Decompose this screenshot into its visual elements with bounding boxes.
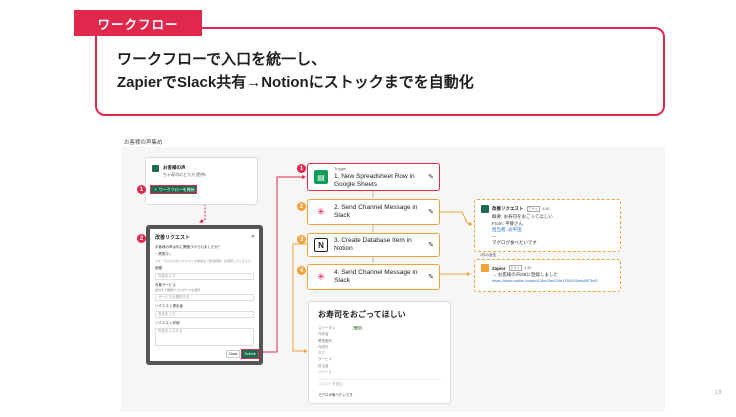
start-workflow-button[interactable]: ⚡ ワークフローを開始 xyxy=(150,185,197,194)
google-sheets-icon: ▤ xyxy=(314,170,328,184)
form-question: お客様の声は何に関連づけられましたか？ xyxy=(155,245,222,249)
step-4-text: 4. Send Channel Message in Slack xyxy=(334,269,418,284)
bolt-icon: ⚡ xyxy=(154,187,157,192)
form-modal-frame: 改善リクエスト ✕ お客様の声は何に関連づけられましたか？ ○ 関連なし フォー… xyxy=(146,225,263,365)
badge-step-3: 3 xyxy=(297,235,306,244)
badge-step-1: 1 xyxy=(297,164,306,173)
field-label-1: 価格 xyxy=(155,266,162,270)
notion-title: お寿司をおごってほしい xyxy=(318,310,406,319)
step-1-pre: Trigger xyxy=(334,166,347,171)
field-4[interactable]: 内容を入力する xyxy=(155,328,254,346)
msg1-time: 4:30 xyxy=(542,207,550,211)
step-2-text: 2. Send Channel Message in Slack xyxy=(334,204,418,219)
notion-link[interactable]: https://www.notion.so/bed12be00e024e1760… xyxy=(492,278,614,284)
field-2[interactable]: サービスを選択する xyxy=(155,294,254,301)
slack-message-1: 改善リクエスト アプリ 4:30 概要: お寿司をおごってほしい From: 平… xyxy=(474,199,621,252)
edit-icon[interactable]: ✎ xyxy=(428,208,434,216)
step-google-sheets[interactable]: ▤ Trigger 1. New Spreadsheet Row in Goog… xyxy=(307,163,440,191)
form-hint: フォーラムからのリクエストの場合は「該当箇所」を選択してください xyxy=(155,259,251,263)
field-label-4: リクエスト詳細 xyxy=(155,321,180,325)
bot-avatar xyxy=(481,205,489,213)
app-icon xyxy=(152,165,159,172)
badge-2: 2 xyxy=(137,234,146,243)
badge-step-2: 2 xyxy=(297,202,306,211)
field-3[interactable]: 名前を入力 xyxy=(155,311,254,318)
prop-release: リリース xyxy=(318,370,332,375)
field-label-3: リクエスト提出者 xyxy=(155,304,183,308)
step-1-text: 1. New Spreadsheet Row in Google Sheets xyxy=(334,173,415,188)
step-notion[interactable]: N 3. Create Database Item in Notion ✎ xyxy=(307,233,440,257)
step-slack-1[interactable]: ✳ 2. Send Channel Message in Slack ✎ xyxy=(307,199,440,225)
slack-post-card: お客様の声 ちゃ寿司のとり方 提供!! xyxy=(145,157,258,205)
msg2-time: 4:31 xyxy=(524,266,532,270)
slack-icon: ✳ xyxy=(316,271,326,283)
step-3-text: 3. Create Database Item in Notion xyxy=(334,237,412,252)
status-tag: 受付 xyxy=(352,326,363,330)
field-1[interactable]: 内容を入力 xyxy=(155,273,254,280)
add-comment[interactable]: コメントを追加 xyxy=(318,379,441,387)
slack-message-2: Zapier アプリ 4:31 → お客様の声DBに登録しました https:/… xyxy=(474,259,621,292)
slack-icon: ✳ xyxy=(316,206,326,218)
notion-body: マグロが食べたいです xyxy=(318,393,353,398)
badge-1: 1 xyxy=(137,185,146,194)
start-workflow-label: ワークフローを開始 xyxy=(158,186,195,192)
close-button[interactable]: Close xyxy=(226,350,240,358)
edit-icon[interactable]: ✎ xyxy=(428,273,434,281)
page-number: 19 xyxy=(715,390,722,396)
form-title: 改善リクエスト xyxy=(155,235,191,241)
edit-icon[interactable]: ✎ xyxy=(428,241,434,249)
notion-page-card: お寿司をおごってほしい ステータス 受付 作成者 関連箇所 作成日 タグ サービス… xyxy=(308,301,451,404)
step-slack-2[interactable]: ✳ 4. Send Channel Message in Slack ✎ xyxy=(307,264,440,290)
submit-button[interactable]: Submit xyxy=(241,349,259,359)
app-badge: アプリ xyxy=(508,265,522,271)
badge-step-4: 4 xyxy=(297,266,306,275)
edit-icon[interactable]: ✎ xyxy=(428,173,434,181)
section-tag: ワークフロー xyxy=(74,10,202,36)
arrow-step2-to-msg1 xyxy=(440,211,473,226)
msg1-title: 改善リクエスト xyxy=(492,206,524,211)
post-title: お客様の声 xyxy=(163,165,186,170)
field-hint-2: 該当する機能やプロダクトを選択 xyxy=(155,288,201,292)
notion-icon: N xyxy=(314,238,328,252)
arrow-step3-to-notion xyxy=(292,243,308,353)
reply-count[interactable]: 1件の返信 xyxy=(480,253,496,258)
msg1-line5: マグロが食べたいです xyxy=(492,240,537,245)
close-icon[interactable]: ✕ xyxy=(251,234,255,240)
form-option[interactable]: ○ 関連なし xyxy=(155,252,254,257)
post-subtitle: ちゃ寿司のとり方 提供!! xyxy=(163,172,207,177)
msg2-title: Zapier xyxy=(492,265,506,271)
app-badge: アプリ xyxy=(526,206,540,212)
zapier-avatar xyxy=(481,264,489,272)
